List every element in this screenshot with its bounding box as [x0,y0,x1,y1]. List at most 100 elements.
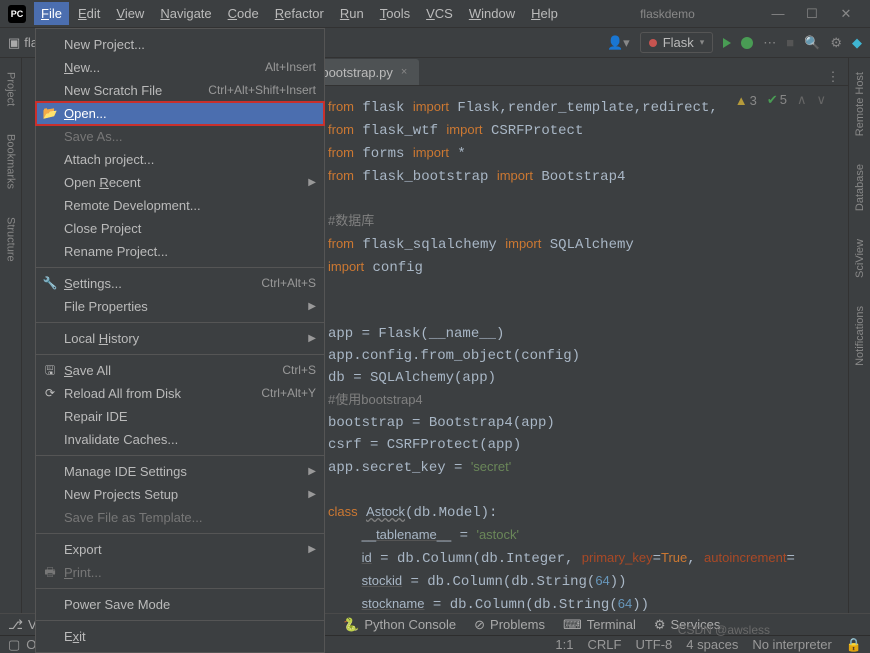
submenu-arrow-icon: ▶ [308,298,316,315]
menu-item-label: Invalidate Caches... [64,431,178,448]
breadcrumb: ▣ fla [8,35,38,51]
file-menu-remote-development[interactable]: Remote Development... [36,194,324,217]
bottom-tool-problems[interactable]: ⊘Problems [474,617,545,633]
print-icon: 🖶 [42,564,58,581]
menu-item-label: New Project... [64,36,145,53]
left-tab-project[interactable]: Project [3,68,19,110]
menu-edit[interactable]: Edit [71,2,107,25]
menu-tools[interactable]: Tools [373,2,417,25]
file-menu-repair-ide[interactable]: Repair IDE [36,405,324,428]
run-button[interactable] [723,38,731,48]
file-menu-close-project[interactable]: Close Project [36,217,324,240]
menu-item-label: Open Recent [64,174,141,191]
submenu-arrow-icon: ▶ [308,463,316,480]
problems-icon: ⊘ [474,617,485,633]
right-tab-database[interactable]: Database [852,160,868,215]
editor-code[interactable]: from flask import Flask,render_template,… [318,86,830,617]
close-button[interactable]: ✕ [838,6,854,22]
left-tab-structure[interactable]: Structure [3,213,19,266]
passes-count[interactable]: 5 [767,92,787,108]
inspection-indicators[interactable]: 3 5 ∧ ∨ [735,92,826,108]
right-tab-sciview[interactable]: SciView [852,235,868,282]
menu-item-label: Remote Development... [64,197,201,214]
menu-vcs[interactable]: VCS [419,2,460,25]
file-menu-reload-all-from-disk[interactable]: ⟳Reload All from DiskCtrl+Alt+Y [36,382,324,405]
warnings-count[interactable]: 3 [735,93,757,108]
menu-code[interactable]: Code [221,2,266,25]
file-menu-local-history[interactable]: Local History ▶ [36,327,324,350]
menu-item-label: Manage IDE Settings [64,463,187,480]
search-icon[interactable]: 🔍 [804,35,820,51]
menu-navigate[interactable]: Navigate [153,2,218,25]
bottom-tool-python-console[interactable]: 🐍Python Console [343,617,456,633]
more-run-button[interactable]: ⋯ [763,35,776,51]
file-menu-export[interactable]: Export▶ [36,538,324,561]
next-highlight[interactable]: ∨ [816,92,826,108]
services-icon: ⚙ [654,617,666,633]
menu-help[interactable]: Help [524,2,565,25]
wrench-icon: 🔧 [42,275,58,292]
file-menu-save-all[interactable]: 🖫Save AllCtrl+S [36,359,324,382]
status-right-1[interactable]: CRLF [587,637,621,653]
editor-tabs-more[interactable]: ⋮ [826,69,840,85]
menu-item-label: Save As... [64,128,123,145]
file-menu-settings[interactable]: 🔧Settings...Ctrl+Alt+S [36,272,324,295]
menu-file[interactable]: File [34,2,69,25]
folder-icon: 📂 [42,105,58,122]
close-tab-icon[interactable]: × [401,66,407,78]
file-menu-power-save-mode[interactable]: Power Save Mode [36,593,324,616]
file-menu-rename-project[interactable]: Rename Project... [36,240,324,263]
file-menu-save-file-as-template: Save File as Template... [36,506,324,529]
status-right-3[interactable]: 4 spaces [686,637,738,653]
maximize-button[interactable]: ☐ [804,6,820,22]
minimize-button[interactable]: — [770,6,786,22]
app-logo: PC [8,5,26,23]
status-right-0[interactable]: 1:1 [555,637,573,653]
bottom-tool-terminal[interactable]: ⌨Terminal [563,617,636,633]
window-controls: — ☐ ✕ [770,6,854,22]
menu-item-label: Rename Project... [64,243,168,260]
submenu-arrow-icon: ▶ [308,541,316,558]
menu-item-label: Repair IDE [64,408,128,425]
settings-icon[interactable]: ⚙ [830,35,842,51]
file-menu-new-project[interactable]: New Project... [36,33,324,56]
run-config-selector[interactable]: Flask▾ [640,32,714,53]
file-menu-invalidate-caches[interactable]: Invalidate Caches... [36,428,324,451]
reload-icon: ⟳ [42,385,58,402]
left-tab-bookmarks[interactable]: Bookmarks [3,130,19,193]
file-menu-manage-ide-settings[interactable]: Manage IDE Settings ▶ [36,460,324,483]
tool-window-toggle-icon[interactable]: ▢ [8,637,20,653]
user-icon[interactable]: 👤▾ [607,35,630,51]
file-menu-exit[interactable]: Exit [36,625,324,648]
status-right-4[interactable]: No interpreter [752,637,831,653]
shortcut: Ctrl+Alt+S [261,275,316,292]
file-menu-open[interactable]: 📂 Open... [36,102,324,125]
file-menu-attach-project[interactable]: Attach project... [36,148,324,171]
menu-run[interactable]: Run [333,2,371,25]
file-menu-file-properties[interactable]: File Properties ▶ [36,295,324,318]
stop-button[interactable]: ■ [786,35,794,50]
menu-item-label: Local History [64,330,139,347]
menu-item-label: New Scratch File [64,82,162,99]
readonly-lock-icon[interactable]: 🔒 [846,637,862,653]
file-menu-open-recent[interactable]: Open Recent ▶ [36,171,324,194]
file-menu-print: 🖶Print... [36,561,324,584]
right-tab-remote-host[interactable]: Remote Host [852,68,868,140]
menu-item-label: File Properties [64,298,148,315]
left-tool-stripe: Project Bookmarks Structure [0,58,22,617]
file-menu-new[interactable]: New...Alt+Insert [36,56,324,79]
submenu-arrow-icon: ▶ [308,330,316,347]
file-menu-new-scratch-file[interactable]: New Scratch File Ctrl+Alt+Shift+Insert [36,79,324,102]
right-tab-notifications[interactable]: Notifications [852,302,868,370]
shortcut: Ctrl+Alt+Shift+Insert [208,82,316,99]
prev-highlight[interactable]: ∧ [797,92,807,108]
menu-item-label: Open... [64,105,107,122]
file-menu-new-projects-setup[interactable]: New Projects Setup▶ [36,483,324,506]
status-right-2[interactable]: UTF-8 [635,637,672,653]
menu-window[interactable]: Window [462,2,522,25]
menu-view[interactable]: View [109,2,151,25]
submenu-arrow-icon: ▶ [308,174,316,191]
menu-refactor[interactable]: Refactor [268,2,331,25]
debug-button[interactable] [741,37,753,49]
brand-icon[interactable]: ◆ [852,35,862,51]
